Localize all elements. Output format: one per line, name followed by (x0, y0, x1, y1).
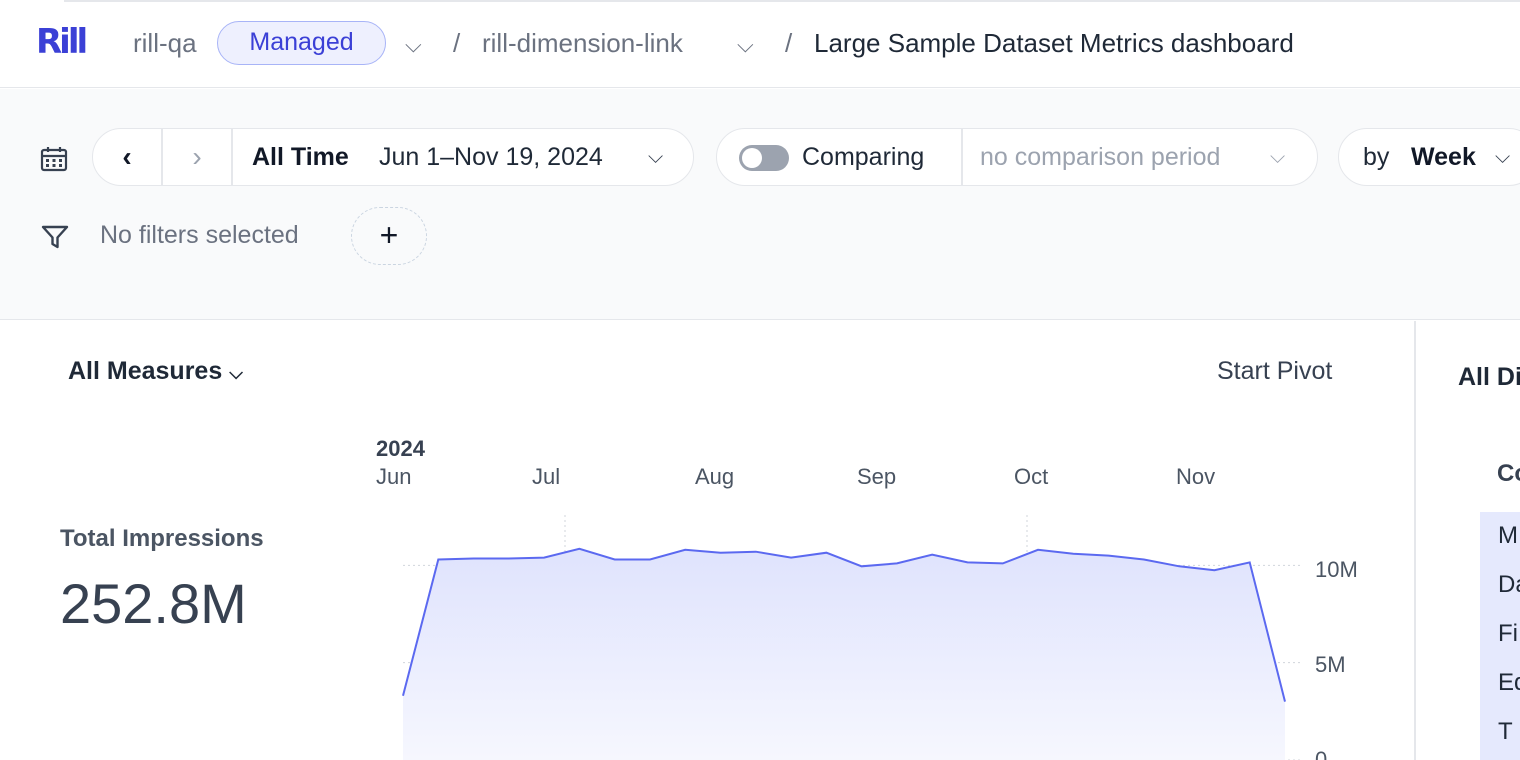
add-filter-button[interactable]: + (351, 207, 427, 265)
chart-data-point[interactable] (542, 556, 546, 560)
managed-badge: Managed (217, 21, 386, 65)
chart-data-point[interactable] (613, 558, 617, 562)
chart-month-label: Nov (1176, 464, 1216, 489)
time-range-chevron-down-icon[interactable]: ⌵ (648, 142, 663, 172)
chart-data-point[interactable] (436, 558, 440, 562)
chart-area-fill (403, 548, 1285, 760)
no-filters-text: No filters selected (100, 221, 299, 249)
time-range-value[interactable]: Jun 1–Nov 19, 2024 (379, 142, 603, 172)
chart-data-point[interactable] (401, 694, 405, 698)
chart-data-point[interactable] (1248, 560, 1252, 564)
chart-data-point[interactable] (789, 556, 793, 560)
measure-big-number: 252.8M (60, 572, 247, 635)
dashboard-title: Large Sample Dataset Metrics dashboard (814, 28, 1294, 58)
breadcrumb-separator: / (785, 28, 793, 58)
dimension-row[interactable]: M (1498, 522, 1518, 550)
chart-month-label: Sep (857, 464, 897, 489)
chart-data-point[interactable] (1036, 548, 1040, 552)
comparing-toggle[interactable] (739, 145, 789, 171)
measures-selector[interactable]: All Measures ⌵ (68, 356, 243, 388)
time-grain-value[interactable]: Week (1411, 142, 1476, 172)
dashboard-controls (0, 89, 1520, 320)
dimension-column-header[interactable]: Co (1497, 460, 1520, 488)
chart-data-point[interactable] (1001, 561, 1005, 565)
measure-name[interactable]: Total Impressions (60, 524, 264, 554)
impressions-area-chart[interactable]: 10M 5M 0 (390, 505, 1390, 760)
org-chevron-down-icon[interactable]: ⌵ (405, 30, 422, 60)
chart-data-point[interactable] (824, 551, 828, 555)
start-pivot-button[interactable]: Start Pivot (1217, 356, 1332, 386)
chart-data-point[interactable] (1177, 564, 1181, 568)
calendar-icon[interactable] (40, 146, 68, 172)
chart-data-point[interactable] (1212, 568, 1216, 572)
chart-data-point[interactable] (1071, 552, 1075, 556)
breadcrumb-org[interactable]: rill-qa (133, 28, 197, 58)
chart-month-label: Jun (376, 464, 412, 489)
dimensions-selector[interactable]: All Di (1458, 362, 1520, 392)
dimension-row[interactable]: Ed (1498, 669, 1520, 697)
divider (961, 129, 963, 185)
chart-month-label: Aug (695, 464, 735, 489)
chart-month-label: Jul (532, 464, 561, 489)
chart-data-point[interactable] (648, 558, 652, 562)
chart-data-point[interactable] (1283, 700, 1287, 704)
time-grain-chevron-down-icon[interactable]: ⌵ (1495, 142, 1510, 172)
chart-data-point[interactable] (860, 564, 864, 568)
rill-logo[interactable]: Rill (36, 24, 88, 60)
breadcrumb-separator: / (453, 28, 461, 58)
comparison-chevron-down-icon[interactable]: ⌵ (1270, 142, 1285, 172)
chart-data-point[interactable] (472, 557, 476, 561)
next-period-button[interactable]: › (162, 128, 232, 186)
filter-icon (41, 225, 69, 249)
dimension-row[interactable]: T (1498, 718, 1513, 746)
chart-data-point[interactable] (754, 550, 758, 554)
chart-data-point[interactable] (577, 547, 581, 551)
chart-data-point[interactable] (965, 560, 969, 564)
y-tick-label: 5M (1315, 652, 1346, 677)
previous-period-button[interactable]: ‹ (92, 128, 162, 186)
dimension-leaderboard: M Da Fi Ed T (1480, 512, 1520, 760)
chart-data-point[interactable] (895, 561, 899, 565)
chart-data-point[interactable] (683, 548, 687, 552)
chart-data-point[interactable] (930, 553, 934, 557)
dimension-row[interactable]: Fi (1498, 620, 1518, 648)
measures-selector-label: All Measures (68, 357, 223, 385)
y-tick-label: 10M (1315, 557, 1358, 582)
chart-data-point[interactable] (1142, 558, 1146, 562)
chart-data-point[interactable] (507, 557, 511, 561)
comparison-period-select[interactable]: no comparison period (980, 142, 1220, 172)
breadcrumb-project[interactable]: rill-dimension-link (482, 28, 683, 58)
project-chevron-down-icon[interactable]: ⌵ (737, 30, 754, 60)
chevron-down-icon: ⌵ (229, 363, 243, 383)
dimension-row[interactable]: Da (1498, 571, 1520, 599)
y-tick-label: 0 (1315, 747, 1327, 760)
chart-year-label: 2024 (376, 436, 425, 461)
comparing-label[interactable]: Comparing (802, 142, 924, 172)
chart-data-point[interactable] (719, 551, 723, 555)
chart-month-label: Oct (1014, 464, 1049, 489)
chart-data-point[interactable] (1107, 554, 1111, 558)
time-range-label[interactable]: All Time (252, 142, 349, 172)
time-grain-prefix: by (1363, 143, 1390, 171)
